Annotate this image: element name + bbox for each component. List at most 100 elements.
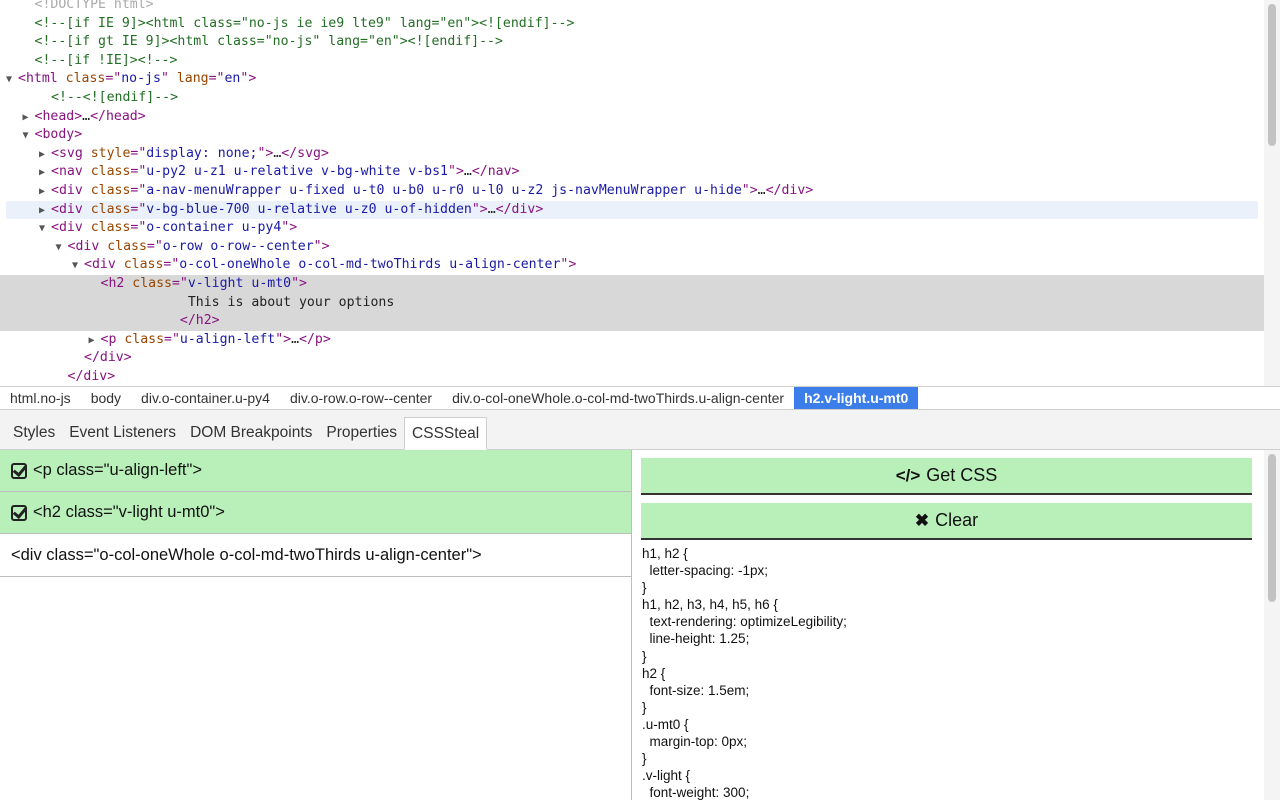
collapsed-triangle-icon[interactable]: ▶ [89, 332, 101, 351]
css-output-line: line-height: 1.25; [642, 631, 750, 647]
tab-csssteal[interactable]: CSSSteal [404, 417, 488, 450]
captured-element-row[interactable]: <p class="u-align-left"> [0, 450, 631, 492]
breadcrumb-item[interactable]: body [81, 387, 131, 409]
dom-tree-node[interactable]: <!--[if !IE]><!--> [0, 52, 1264, 71]
breadcrumb-item[interactable]: h2.v-light.u-mt0 [794, 387, 919, 409]
dom-tree-scrollbar[interactable] [1264, 0, 1280, 386]
dom-token: </div> [765, 183, 814, 198]
css-output-line: } [642, 580, 647, 596]
dom-tree-node[interactable]: This is about your options [0, 293, 1264, 313]
expanded-triangle-icon[interactable]: ▼ [39, 220, 51, 239]
dom-token: </h2> [100, 313, 220, 329]
expanded-triangle-icon[interactable]: ▼ [6, 71, 18, 90]
dom-token: … [487, 201, 496, 217]
dom-token: =" [130, 183, 147, 198]
dom-token: class [90, 201, 131, 217]
captured-element-row[interactable]: <h2 class="v-light u-mt0"> [0, 492, 631, 534]
expanded-triangle-icon[interactable]: ▼ [56, 239, 68, 258]
dom-token: </div> [495, 201, 544, 217]
checkbox-checked-icon[interactable] [11, 504, 27, 521]
dom-tree-node[interactable]: ▶ <svg style="display: none;">…</svg> [0, 145, 1264, 164]
checkbox-checked-icon[interactable] [11, 462, 27, 479]
expanded-triangle-icon[interactable]: ▼ [23, 127, 35, 146]
collapsed-triangle-icon[interactable]: ▶ [39, 202, 51, 221]
dom-token: <svg [51, 145, 91, 161]
cssteal-element-list: <p class="u-align-left"> <h2 class="v-lig… [0, 450, 632, 800]
dom-tree-scroll-thumb[interactable] [1268, 4, 1276, 146]
dom-token: <div [51, 183, 91, 198]
get-css-label: Get CSS [926, 465, 998, 485]
dom-token: =" [130, 201, 147, 217]
dom-token: "> [448, 164, 464, 180]
dom-tree-node[interactable]: ▶ <p class="u-align-left">…</p> [0, 331, 1264, 350]
get-css-button[interactable]: </> Get CSS [641, 458, 1252, 495]
breadcrumb-item[interactable]: div.o-row.o-row--center [280, 387, 442, 409]
dom-token: class [124, 331, 165, 347]
dom-token: </head> [90, 108, 146, 124]
dom-token: =" [130, 145, 147, 161]
dom-tree-node[interactable]: </div> [0, 349, 1264, 368]
dom-tree-node[interactable]: ▼ <div class="o-row o-row--center"> [0, 238, 1264, 257]
dom-tree-node[interactable]: <!DOCTYPE html> [0, 0, 1264, 15]
dom-token: lang [176, 71, 209, 87]
dom-tree-node[interactable]: <!--[if IE 9]><html class="no-js ie ie9 … [0, 15, 1264, 34]
tab-dom-breakpoints[interactable]: DOM Breakpoints [183, 417, 319, 449]
dom-token: <!--[if gt IE 9]><html class="no-js" lan… [34, 34, 503, 50]
dom-tree-node[interactable]: <!--[if gt IE 9]><html class="no-js" lan… [0, 33, 1264, 52]
collapsed-triangle-icon[interactable]: ▶ [23, 109, 35, 128]
dom-token: <div [51, 201, 91, 217]
tab-event-listeners[interactable]: Event Listeners [62, 417, 183, 449]
dom-token: "> [560, 257, 577, 273]
dom-tree-node[interactable]: ▼ <div class="o-col-oneWhole o-col-md-two… [0, 256, 1264, 275]
breadcrumb-item[interactable]: div.o-container.u-py4 [131, 387, 280, 409]
collapsed-triangle-icon[interactable]: ▶ [39, 183, 51, 202]
dom-token: o-container u-py4 [146, 220, 282, 236]
dom-token: <div [84, 257, 124, 273]
dom-tree-node[interactable]: ▼ <body> [0, 126, 1264, 145]
dom-token: <html [18, 71, 66, 87]
dom-token: o-row o-row--center [162, 238, 314, 254]
tab-styles[interactable]: Styles [6, 417, 62, 449]
clear-button[interactable]: ✖ Clear [641, 503, 1252, 540]
tab-properties[interactable]: Properties [319, 417, 404, 449]
cssteal-output-panel: </> Get CSS ✖ Clear h1, h2 { letter-spac… [633, 450, 1264, 800]
dom-token: <!DOCTYPE html> [34, 0, 154, 12]
dom-token: "> [313, 238, 330, 254]
expanded-triangle-icon[interactable]: ▼ [72, 257, 84, 276]
dom-tree-node[interactable]: ▶ <div class="v-bg-blue-700 u-relative u-… [6, 200, 1258, 221]
breadcrumb-item[interactable]: div.o-col-oneWhole.o-col-md-twoThirds.u-… [442, 387, 794, 409]
dom-tree-node[interactable]: ▶ <head>…</head> [0, 108, 1264, 127]
dom-token: </svg> [281, 145, 329, 161]
dom-tree-node[interactable]: ▶ <div class="a-nav-menuWrapper u-fixed u… [0, 182, 1264, 201]
dom-tree-node[interactable]: </div> [0, 368, 1264, 386]
dom-token: class [123, 257, 164, 273]
dom-tree-node[interactable]: </h2> [0, 312, 1264, 331]
dom-token: u-align-left [179, 331, 276, 347]
css-output-line: text-rendering: optimizeLegibility; [642, 614, 847, 630]
dom-tree-node[interactable]: <!--<![endif]--> [0, 89, 1264, 108]
dom-token: <nav [51, 164, 91, 180]
dom-tree-node[interactable]: ▼ <div class="o-container u-py4"> [0, 219, 1264, 238]
breadcrumb-item[interactable]: html.no-js [0, 387, 81, 409]
dom-token: =" [163, 257, 180, 273]
collapsed-triangle-icon[interactable]: ▶ [39, 146, 51, 165]
dom-token: v-light u-mt0 [187, 276, 292, 291]
dom-tree-node[interactable]: ▼ <html class="no-js" lang="en"> [0, 70, 1264, 89]
cssteal-scrollbar[interactable] [1264, 450, 1280, 800]
captured-element-row[interactable]: <div class="o-col-oneWhole o-col-md-twoT… [0, 534, 631, 577]
captured-element-label: <div class="o-col-oneWhole o-col-md-twoT… [11, 545, 482, 564]
dom-tree-node[interactable]: ▶ <nav class="u-py2 u-z1 u-relative v-bg-… [0, 163, 1264, 182]
dom-token: "> [291, 276, 307, 291]
dom-token: v-bg-blue-700 u-relative u-z0 u-of-hidde… [146, 201, 472, 217]
css-output-line: font-weight: 300; [642, 785, 750, 800]
cssteal-scroll-thumb[interactable] [1268, 454, 1276, 602]
css-output-line: } [642, 751, 647, 767]
dom-token: "> [471, 201, 488, 217]
dom-tree-panel[interactable]: <!DOCTYPE html> <!--[if IE 9]><html class… [0, 0, 1264, 386]
css-output-line: letter-spacing: -1px; [642, 563, 769, 579]
dom-token: en [224, 71, 241, 87]
collapsed-triangle-icon[interactable]: ▶ [39, 164, 51, 183]
dom-token: </div> [67, 369, 116, 384]
dom-tree-node[interactable]: <h2 class="v-light u-mt0"> [0, 275, 1264, 294]
dom-token: u-py2 u-z1 u-relative v-bg-white v-bs1 [146, 164, 448, 180]
